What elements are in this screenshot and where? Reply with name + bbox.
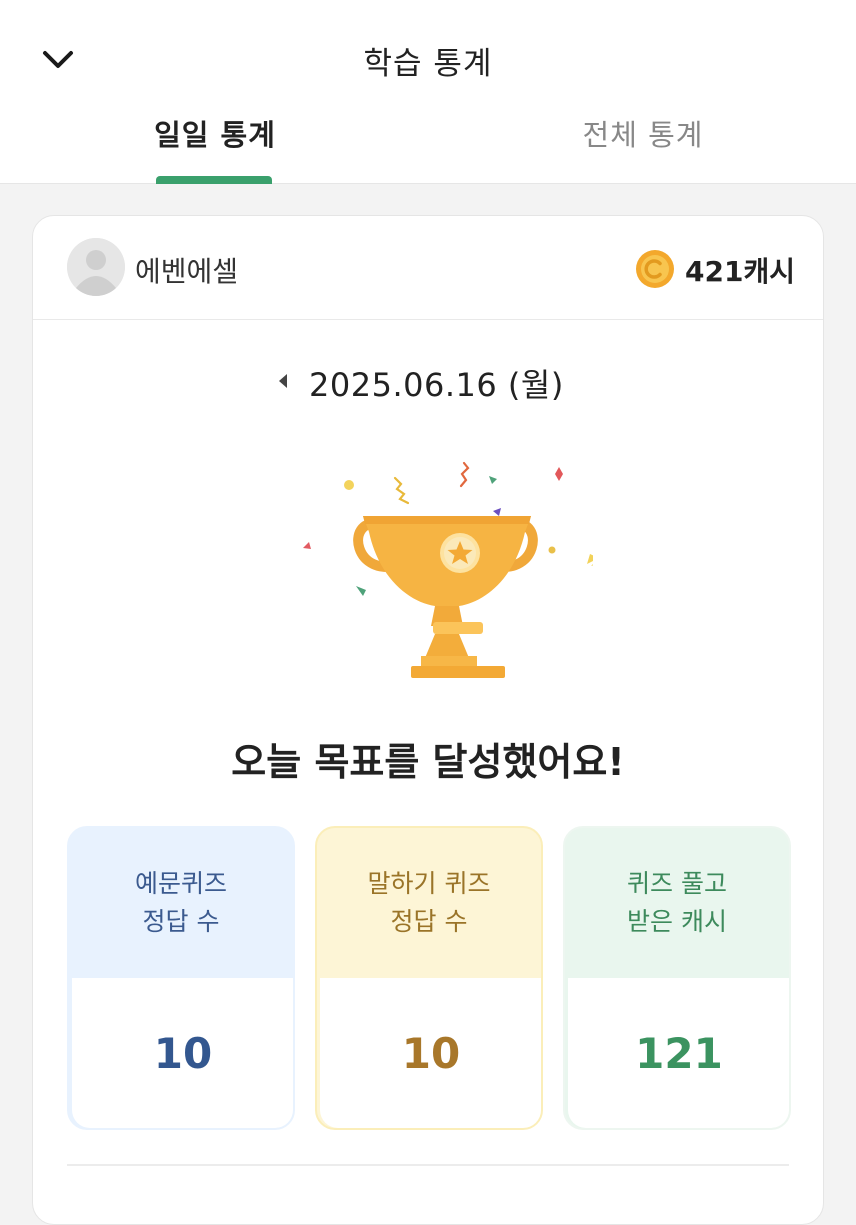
caret-left-icon bbox=[279, 374, 287, 388]
avatar bbox=[67, 238, 125, 296]
previous-date-button[interactable] bbox=[273, 368, 293, 394]
active-tab-indicator bbox=[156, 176, 272, 184]
stat-label: 말하기 퀴즈 정답 수 bbox=[317, 828, 541, 978]
stat-value: 10 bbox=[72, 978, 293, 1128]
user-avatar-icon bbox=[67, 238, 125, 296]
username: 에벤에셀 bbox=[135, 255, 239, 288]
stat-card-example-quiz: 예문퀴즈 정답 수 10 bbox=[67, 826, 295, 1130]
stat-label-line2: 정답 수 bbox=[142, 907, 220, 936]
app-header: 학습 통계 일일 통계 전체 통계 bbox=[0, 0, 856, 184]
stat-label-line2: 받은 캐시 bbox=[627, 907, 727, 936]
coin-icon bbox=[636, 250, 674, 288]
stat-value: 10 bbox=[320, 978, 541, 1128]
stat-label-line1: 말하기 퀴즈 bbox=[367, 869, 491, 898]
section-divider bbox=[67, 1164, 789, 1166]
daily-stats-card: 에벤에셀 421캐시 2025.06.16 (월) 오늘 목표를 달성했어요! … bbox=[32, 215, 824, 1225]
date-navigator: 2025.06.16 (월) bbox=[33, 356, 823, 406]
current-date: 2025.06.16 (월) bbox=[309, 366, 564, 404]
tab-total-stats[interactable]: 전체 통계 bbox=[548, 112, 738, 184]
goal-achieved-message: 오늘 목표를 달성했어요! bbox=[231, 740, 625, 784]
stat-label: 예문퀴즈 정답 수 bbox=[69, 828, 293, 978]
stat-card-speaking-quiz: 말하기 퀴즈 정답 수 10 bbox=[315, 826, 543, 1130]
stat-label-line1: 예문퀴즈 bbox=[134, 869, 227, 898]
cash-balance: 421캐시 bbox=[685, 255, 795, 288]
stat-card-earned-cash: 퀴즈 풀고 받은 캐시 121 bbox=[563, 826, 791, 1130]
page-title: 학습 통계 bbox=[363, 46, 493, 82]
stat-label-line1: 퀴즈 풀고 bbox=[627, 869, 727, 898]
trophy-icon bbox=[303, 461, 593, 678]
stat-label-line2: 정답 수 bbox=[390, 907, 468, 936]
profile-row: 에벤에셀 421캐시 bbox=[33, 216, 823, 320]
stat-value: 121 bbox=[568, 978, 789, 1128]
stat-label: 퀴즈 풀고 받은 캐시 bbox=[565, 828, 789, 978]
tab-daily-stats[interactable]: 일일 통계 bbox=[120, 112, 310, 184]
